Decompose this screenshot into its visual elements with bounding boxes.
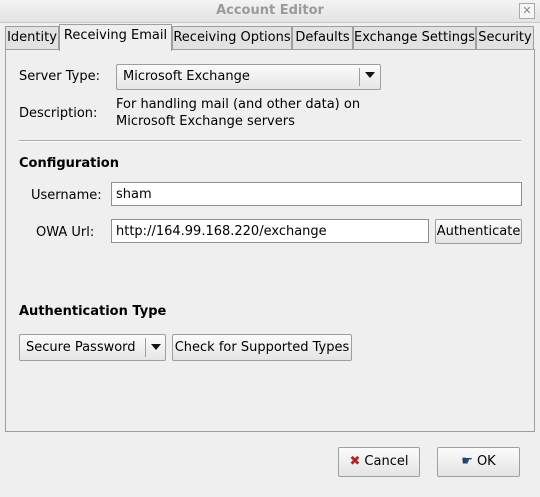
title-bar: Account Editor ✕: [0, 0, 540, 23]
tab-identity[interactable]: Identity: [5, 26, 59, 49]
ok-button[interactable]: ☛ OK: [437, 447, 520, 477]
server-type-value: Microsoft Exchange: [123, 69, 250, 84]
x-icon: ✖: [349, 454, 361, 469]
tab-receiving-email[interactable]: Receiving Email: [59, 24, 172, 51]
server-type-combo[interactable]: Microsoft Exchange: [116, 64, 381, 90]
username-label: Username:: [31, 188, 102, 203]
window-title: Account Editor: [216, 3, 324, 18]
username-field[interactable]: sham: [111, 182, 522, 206]
ok-label: OK: [476, 454, 496, 469]
authenticate-button[interactable]: Authenticate: [435, 219, 522, 244]
authentication-type-value: Secure Password: [26, 340, 136, 355]
description-line-1: For handling mail (and other data) on: [116, 97, 361, 112]
ok-hand-icon: ☛: [461, 454, 473, 469]
separator: [19, 140, 521, 142]
chevron-down-icon: [151, 344, 161, 350]
chevron-down-icon: [365, 72, 375, 78]
receiving-email-panel: Server Type: Microsoft Exchange Descript…: [5, 49, 535, 432]
tab-defaults[interactable]: Defaults: [292, 26, 353, 49]
tab-bar: Identity Receiving Email Receiving Optio…: [5, 24, 535, 51]
owa-url-field[interactable]: http://164.99.168.220/exchange: [111, 219, 429, 243]
cancel-button[interactable]: ✖ Cancel: [338, 447, 420, 477]
tab-exchange-settings[interactable]: Exchange Settings: [353, 26, 476, 49]
tab-receiving-options[interactable]: Receiving Options: [172, 26, 292, 49]
configuration-heading: Configuration: [19, 156, 119, 171]
authentication-type-heading: Authentication Type: [19, 304, 167, 319]
description-label: Description:: [19, 106, 98, 121]
authentication-type-combo[interactable]: Secure Password: [19, 334, 166, 361]
tab-security[interactable]: Security: [476, 26, 534, 49]
description-line-2: Microsoft Exchange servers: [116, 114, 295, 129]
close-icon[interactable]: ✕: [519, 3, 535, 19]
server-type-label: Server Type:: [19, 69, 101, 84]
owa-url-label: OWA Url:: [36, 225, 95, 240]
check-supported-types-button[interactable]: Check for Supported Types: [172, 334, 352, 361]
cancel-label: Cancel: [364, 454, 409, 469]
